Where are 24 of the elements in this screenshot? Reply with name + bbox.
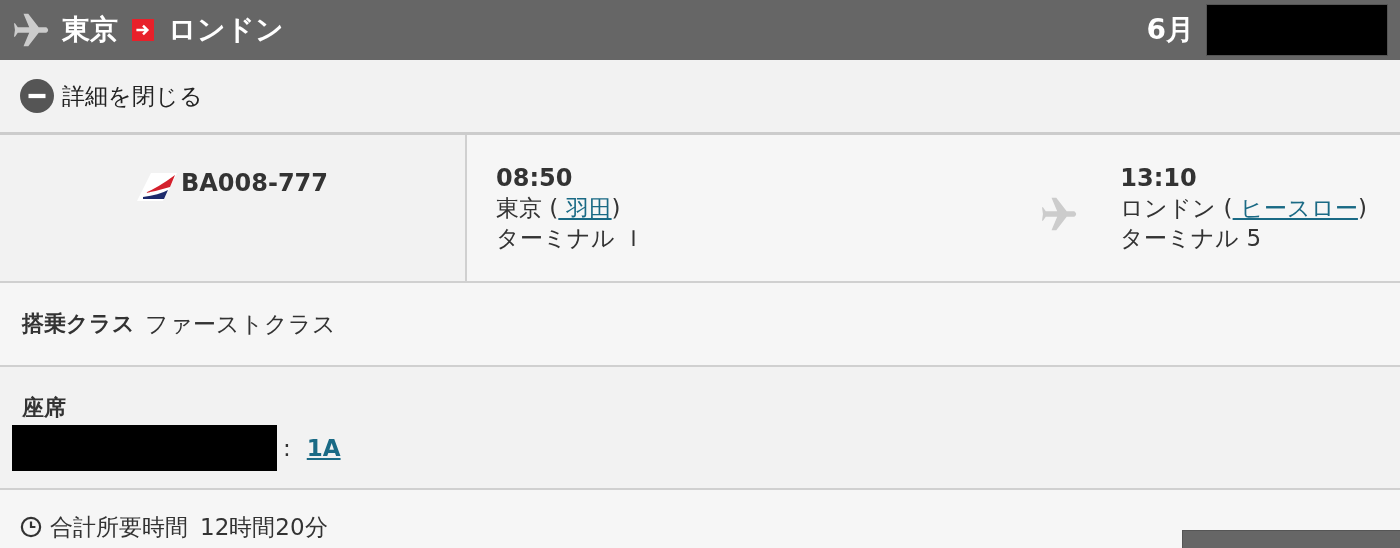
flight-number: BA008-777	[181, 169, 328, 197]
arrival-terminal: ターミナル 5	[1120, 224, 1263, 253]
departure-city: 東京 (	[496, 195, 559, 221]
cabin-label: 搭乗クラス	[22, 310, 135, 338]
airport-link[interactable]: 羽田	[558, 195, 612, 221]
arrival-paren: )	[1357, 195, 1367, 221]
arrival-time: 13:10	[1120, 163, 1198, 193]
destination-city: ロンドン	[168, 12, 284, 48]
seat-link[interactable]: 1A	[306, 435, 341, 461]
departure-terminal: ターミナル Ｉ	[496, 224, 646, 253]
cabin-class: ファーストクラス	[145, 309, 336, 339]
seat-label: 座席	[22, 394, 67, 422]
airport-link[interactable]: ヒースロー	[1232, 195, 1358, 221]
month-label: 6月	[1146, 12, 1194, 48]
toggle-details-link[interactable]: 詳細を閉じる	[20, 79, 203, 113]
origin-city: 東京	[62, 12, 118, 48]
separator: :	[283, 435, 291, 461]
duration-label: 合計所要時間	[50, 512, 188, 542]
clock-icon	[20, 516, 42, 538]
departure-time: 08:50	[496, 163, 574, 193]
departure-paren: )	[611, 195, 621, 221]
arrival-city: ロンドン (	[1120, 195, 1233, 221]
tail-logo-icon	[137, 173, 177, 201]
duration-value: 12時間20分	[200, 512, 328, 542]
